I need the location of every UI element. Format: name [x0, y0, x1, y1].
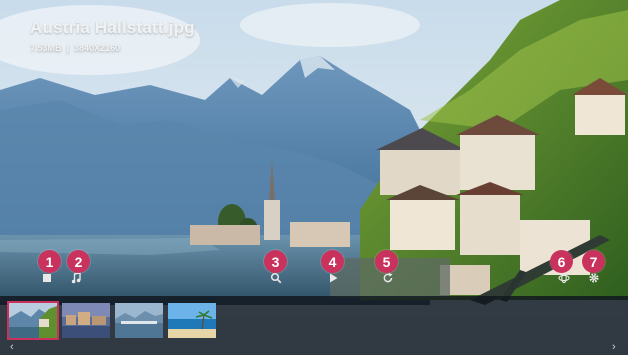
settings-button[interactable] — [587, 271, 601, 285]
play-icon — [330, 273, 338, 283]
zoom-button[interactable] — [269, 271, 283, 285]
thumbnail-image — [62, 303, 110, 338]
zoom-icon — [270, 272, 282, 284]
callout-badge-4: 4 — [321, 250, 344, 273]
stop-button[interactable] — [40, 271, 54, 285]
music-note-icon — [71, 272, 81, 284]
file-size: 7.53MB — [30, 43, 62, 53]
previous-arrow[interactable]: ‹ — [10, 342, 14, 353]
settings-icon — [589, 273, 599, 283]
thumbnail-image — [9, 303, 57, 338]
callout-badge-2: 2 — [67, 250, 90, 273]
info-separator: | — [66, 43, 70, 53]
slideshow-play-button[interactable] — [326, 271, 340, 285]
callout-badge-3: 3 — [264, 250, 287, 273]
thumbnail-image — [115, 303, 163, 338]
thumbnail-beach[interactable] — [168, 303, 216, 338]
file-name: Austria Hallstatt.jpg — [30, 18, 195, 37]
rotate-button[interactable] — [381, 271, 395, 285]
next-arrow[interactable]: › — [612, 342, 616, 353]
rotate-icon — [383, 272, 393, 283]
thumbnail-image — [168, 303, 216, 338]
photo-viewer: Austria Hallstatt.jpg 7.53MB | 3840X2160 1… — [0, 0, 628, 355]
background-music-button[interactable] — [69, 271, 83, 285]
callout-badge-1: 1 — [38, 250, 61, 273]
callout-badge-6: 6 — [550, 250, 573, 273]
thumbnail-lake[interactable] — [115, 303, 163, 338]
thumbnail-hallstatt[interactable] — [7, 301, 59, 340]
stop-icon — [43, 274, 51, 282]
file-resolution: 3840X2160 — [74, 43, 121, 53]
thumbnail-town[interactable] — [62, 303, 110, 338]
callout-badge-5: 5 — [375, 250, 398, 273]
view-360-button[interactable] — [557, 271, 571, 285]
callout-badge-7: 7 — [582, 250, 605, 273]
360-view-icon — [558, 272, 570, 284]
file-info: 7.53MB | 3840X2160 — [30, 43, 120, 53]
